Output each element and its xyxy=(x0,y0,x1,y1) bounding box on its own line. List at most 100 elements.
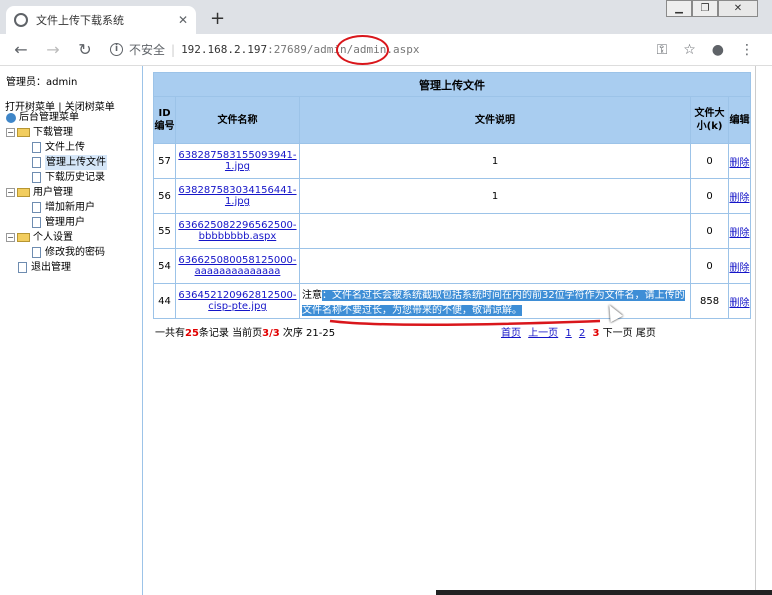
tree-item-label: 文件上传 xyxy=(45,142,85,153)
header-edit: 编辑 xyxy=(728,96,751,144)
browser-titlebar: 文件上传下载系统 ✕ + ▁ ❐ ✕ xyxy=(0,0,772,34)
cell-size: 0 xyxy=(690,213,729,249)
collapse-icon[interactable]: − xyxy=(6,128,15,137)
page-2-link[interactable]: 2 xyxy=(579,328,585,339)
header-size: 文件大小(k) xyxy=(690,96,729,144)
separator: | xyxy=(171,42,176,57)
first-page-link[interactable]: 首页 xyxy=(501,328,521,339)
close-icon[interactable]: ✕ xyxy=(178,13,188,27)
folder-icon xyxy=(17,233,30,242)
header-desc: 文件说明 xyxy=(298,96,692,144)
back-icon[interactable]: ← xyxy=(10,40,32,59)
page-icon xyxy=(32,247,41,258)
page-1-link[interactable]: 1 xyxy=(565,328,571,339)
cell-desc: 1 xyxy=(298,178,692,214)
tree-item-label: 修改我的密码 xyxy=(45,247,105,258)
reload-icon[interactable]: ↻ xyxy=(74,40,96,59)
cell-desc: 1 xyxy=(298,143,692,179)
tree-item-manage-uploads[interactable]: 管理上传文件 xyxy=(32,155,107,170)
collapse-icon[interactable]: − xyxy=(6,188,15,197)
prev-page-link[interactable]: 上一页 xyxy=(528,328,558,339)
delete-link[interactable]: 删除 xyxy=(730,263,750,274)
tree-folder-users[interactable]: − 用户管理 xyxy=(6,185,107,200)
delete-link[interactable]: 删除 xyxy=(730,228,750,239)
tree-item-manage-users[interactable]: 管理用户 xyxy=(32,215,107,230)
folder-icon xyxy=(17,128,30,137)
page-icon xyxy=(32,172,41,183)
minimize-icon[interactable]: ▁ xyxy=(666,0,692,17)
tree-item-add-user[interactable]: 增加新用户 xyxy=(32,200,107,215)
header-id: ID编号 xyxy=(153,96,176,144)
sidebar: 管理员：admin 打开树菜单 | 关闭树菜单 后台管理菜单 − 下载管理 文件上… xyxy=(0,66,143,595)
file-link[interactable]: 636452120962812500-cisp-pte.jpg xyxy=(178,290,296,312)
info-icon[interactable]: i xyxy=(110,43,123,56)
table-header-row: ID编号 文件名称 文件说明 文件大小(k) 编辑 xyxy=(153,96,751,144)
tree-item-file-upload[interactable]: 文件上传 xyxy=(32,140,107,155)
delete-link[interactable]: 删除 xyxy=(730,158,750,169)
pager: 首页 上一页 1 2 3 下一页 尾页 xyxy=(501,324,656,339)
file-link[interactable]: 638287583155093941-1.jpg xyxy=(178,150,296,172)
restore-icon[interactable]: ❐ xyxy=(692,0,718,17)
page-icon xyxy=(18,262,27,273)
page-icon xyxy=(32,217,41,228)
admin-label: 管理员：admin xyxy=(6,77,78,88)
star-icon[interactable]: ☆ xyxy=(683,42,696,58)
tree-item-label: 管理用户 xyxy=(45,217,85,228)
file-link[interactable]: 636625082296562500-bbbbbbbb.aspx xyxy=(178,220,296,242)
new-tab-icon[interactable]: + xyxy=(210,8,225,29)
table-row: 55 636625082296562500-bbbbbbbb.aspx 0 删除 xyxy=(153,213,751,249)
window-right-edge xyxy=(755,66,772,595)
delete-link[interactable]: 删除 xyxy=(730,298,750,309)
globe-icon xyxy=(14,13,28,27)
tab-title: 文件上传下载系统 xyxy=(36,14,124,27)
cell-size: 0 xyxy=(690,248,729,284)
menu-tree: 后台管理菜单 − 下载管理 文件上传 管理上传文件 下载历史记录 − 用户管理 增加… xyxy=(6,110,107,275)
collapse-icon[interactable]: − xyxy=(6,233,15,242)
next-page: 下一页 xyxy=(602,328,633,339)
delete-link[interactable]: 删除 xyxy=(730,193,750,204)
last-page: 尾页 xyxy=(635,328,656,339)
key-icon[interactable]: ⚿ xyxy=(657,42,668,58)
page-icon xyxy=(32,202,41,213)
tree-item-label: 增加新用户 xyxy=(45,202,95,213)
tree-item-label: 下载管理 xyxy=(33,127,73,138)
header-name: 文件名称 xyxy=(174,96,300,144)
cell-desc xyxy=(298,213,692,249)
file-link[interactable]: 636625080058125000-aaaaaaaaaaaaaa xyxy=(178,255,296,277)
table-row: 57 638287583155093941-1.jpg 1 0 删除 xyxy=(153,143,751,179)
cell-size: 0 xyxy=(690,143,729,179)
tree-root-label: 后台管理菜单 xyxy=(19,112,79,123)
page-current: 3 xyxy=(592,328,600,339)
tree-item-logout[interactable]: 退出管理 xyxy=(18,260,107,275)
cell-id: 56 xyxy=(153,178,176,214)
cell-id: 44 xyxy=(153,283,176,319)
tree-folder-settings[interactable]: − 个人设置 xyxy=(6,230,107,245)
forward-icon[interactable]: → xyxy=(42,40,64,59)
window-close-icon[interactable]: ✕ xyxy=(718,0,758,17)
total-count: 25 xyxy=(185,328,199,339)
taskbar-edge xyxy=(436,590,772,595)
browser-tab[interactable]: 文件上传下载系统 ✕ xyxy=(6,6,196,34)
tree-item-label: 退出管理 xyxy=(31,262,71,273)
record-summary: 一共有25条记录 当前页3/3 次序 21-25 xyxy=(155,324,335,339)
page-icon xyxy=(32,142,41,153)
account-icon[interactable]: ● xyxy=(712,42,724,58)
menu-icon[interactable]: ⋮ xyxy=(740,42,754,58)
tree-item-label: 管理上传文件 xyxy=(45,155,107,170)
tree-item-download-history[interactable]: 下载历史记录 xyxy=(32,170,107,185)
annotation-circle xyxy=(336,35,389,65)
current-page: 3/3 xyxy=(262,328,280,339)
tree-folder-download[interactable]: − 下载管理 xyxy=(6,125,107,140)
cell-id: 57 xyxy=(153,143,176,179)
note-prefix: 注意 xyxy=(301,290,322,301)
folder-icon xyxy=(17,188,30,197)
tree-item-label: 个人设置 xyxy=(33,232,73,243)
cell-size: 858 xyxy=(690,283,729,319)
root-globe-icon xyxy=(6,112,16,123)
table-row: 56 638287583034156441-1.jpg 1 0 删除 xyxy=(153,178,751,214)
order-range: 次序 21-25 xyxy=(282,328,336,339)
file-link[interactable]: 638287583034156441-1.jpg xyxy=(178,185,296,207)
tree-item-change-password[interactable]: 修改我的密码 xyxy=(32,245,107,260)
table-caption: 管理上传文件 xyxy=(153,72,751,97)
not-secure-label: 不安全 xyxy=(129,43,166,57)
